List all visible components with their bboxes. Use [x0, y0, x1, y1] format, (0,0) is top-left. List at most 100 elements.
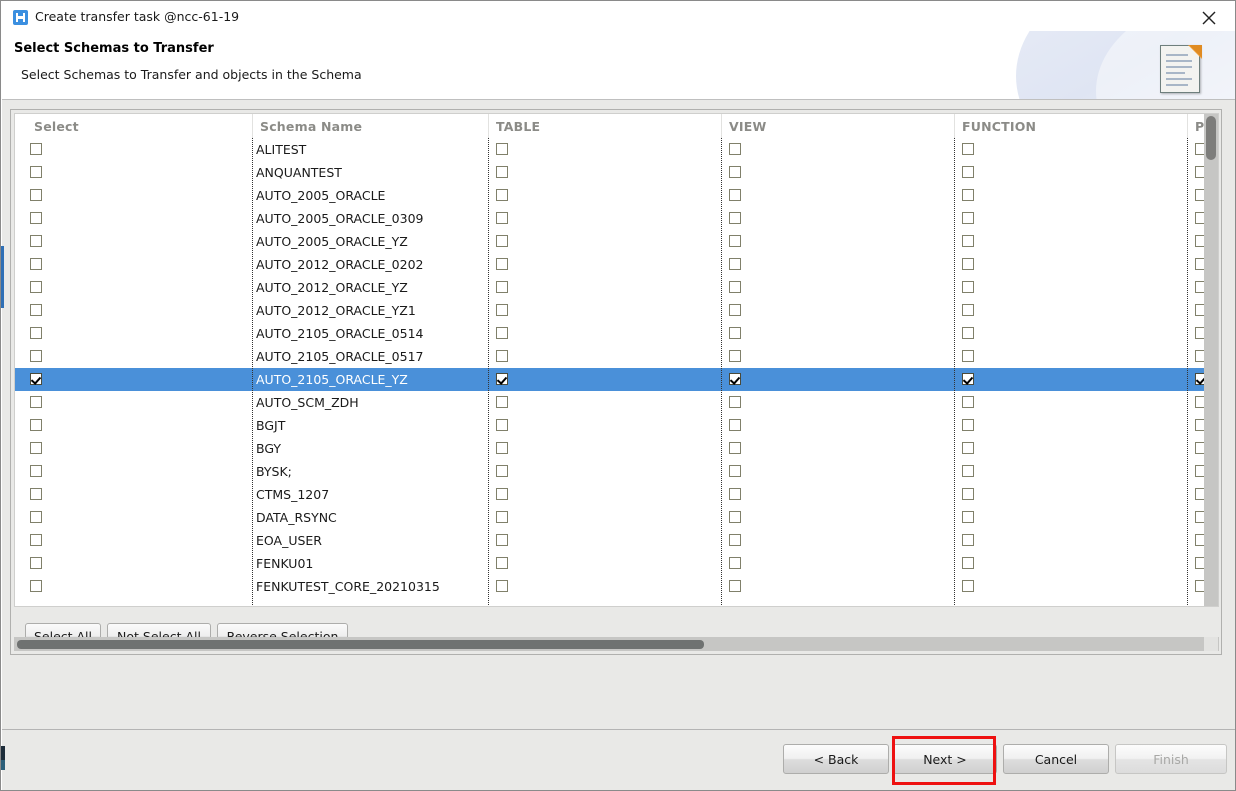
checkbox-function[interactable] — [962, 557, 974, 569]
vertical-scrollbar[interactable] — [1204, 114, 1218, 606]
table-row[interactable]: BYSK; — [15, 460, 1218, 483]
checkbox-view[interactable] — [729, 166, 741, 178]
checkbox-view[interactable] — [729, 373, 741, 385]
vertical-scrollbar-thumb[interactable] — [1206, 116, 1216, 160]
checkbox-select[interactable] — [30, 235, 42, 247]
horizontal-scrollbar[interactable] — [14, 637, 1219, 651]
checkbox-function[interactable] — [962, 327, 974, 339]
checkbox-table[interactable] — [496, 373, 508, 385]
checkbox-select[interactable] — [30, 189, 42, 201]
checkbox-table[interactable] — [496, 511, 508, 523]
table-row[interactable]: DATA_RSYNC — [15, 506, 1218, 529]
table-row[interactable]: AUTO_2005_ORACLE_YZ — [15, 230, 1218, 253]
checkbox-table[interactable] — [496, 488, 508, 500]
checkbox-function[interactable] — [962, 143, 974, 155]
checkbox-table[interactable] — [496, 327, 508, 339]
checkbox-select[interactable] — [30, 258, 42, 270]
checkbox-table[interactable] — [496, 189, 508, 201]
checkbox-table[interactable] — [496, 281, 508, 293]
checkbox-table[interactable] — [496, 396, 508, 408]
table-row[interactable]: AUTO_2105_ORACLE_YZ — [15, 368, 1218, 391]
checkbox-function[interactable] — [962, 258, 974, 270]
checkbox-function[interactable] — [962, 166, 974, 178]
checkbox-select[interactable] — [30, 373, 42, 385]
checkbox-table[interactable] — [496, 580, 508, 592]
checkbox-view[interactable] — [729, 304, 741, 316]
checkbox-table[interactable] — [496, 166, 508, 178]
checkbox-view[interactable] — [729, 419, 741, 431]
checkbox-select[interactable] — [30, 143, 42, 155]
table-row[interactable]: BGY — [15, 437, 1218, 460]
checkbox-function[interactable] — [962, 235, 974, 247]
close-icon[interactable] — [1190, 2, 1230, 31]
checkbox-function[interactable] — [962, 189, 974, 201]
checkbox-view[interactable] — [729, 396, 741, 408]
checkbox-table[interactable] — [496, 419, 508, 431]
table-row[interactable]: AUTO_2005_ORACLE_0309 — [15, 207, 1218, 230]
horizontal-scrollbar-thumb[interactable] — [17, 640, 704, 649]
checkbox-select[interactable] — [30, 419, 42, 431]
checkbox-function[interactable] — [962, 465, 974, 477]
checkbox-select[interactable] — [30, 327, 42, 339]
checkbox-function[interactable] — [962, 511, 974, 523]
checkbox-view[interactable] — [729, 580, 741, 592]
checkbox-table[interactable] — [496, 350, 508, 362]
checkbox-table[interactable] — [496, 304, 508, 316]
checkbox-select[interactable] — [30, 212, 42, 224]
table-row[interactable]: ANQUANTEST — [15, 161, 1218, 184]
checkbox-table[interactable] — [496, 442, 508, 454]
table-row[interactable]: AUTO_2012_ORACLE_YZ — [15, 276, 1218, 299]
checkbox-table[interactable] — [496, 258, 508, 270]
column-header-view[interactable]: VIEW — [729, 119, 766, 134]
checkbox-function[interactable] — [962, 373, 974, 385]
table-row[interactable]: AUTO_2005_ORACLE — [15, 184, 1218, 207]
column-header-select[interactable]: Select — [34, 119, 79, 134]
table-row[interactable]: AUTO_2012_ORACLE_0202 — [15, 253, 1218, 276]
checkbox-table[interactable] — [496, 557, 508, 569]
checkbox-function[interactable] — [962, 488, 974, 500]
checkbox-view[interactable] — [729, 327, 741, 339]
table-row[interactable]: EOA_USER — [15, 529, 1218, 552]
table-row[interactable]: FENKUTEST_CORE_20210315 — [15, 575, 1218, 598]
checkbox-view[interactable] — [729, 189, 741, 201]
checkbox-function[interactable] — [962, 281, 974, 293]
checkbox-select[interactable] — [30, 488, 42, 500]
checkbox-select[interactable] — [30, 511, 42, 523]
table-row[interactable]: BGJT — [15, 414, 1218, 437]
checkbox-function[interactable] — [962, 396, 974, 408]
table-row[interactable]: AUTO_2012_ORACLE_YZ1 — [15, 299, 1218, 322]
column-header-function[interactable]: FUNCTION — [962, 119, 1036, 134]
checkbox-select[interactable] — [30, 557, 42, 569]
checkbox-select[interactable] — [30, 580, 42, 592]
checkbox-view[interactable] — [729, 143, 741, 155]
checkbox-function[interactable] — [962, 212, 974, 224]
checkbox-select[interactable] — [30, 166, 42, 178]
column-header-schema_name[interactable]: Schema Name — [260, 119, 362, 134]
checkbox-table[interactable] — [496, 465, 508, 477]
table-row[interactable]: ALITEST — [15, 138, 1218, 161]
checkbox-select[interactable] — [30, 350, 42, 362]
checkbox-table[interactable] — [496, 143, 508, 155]
checkbox-table[interactable] — [496, 212, 508, 224]
checkbox-view[interactable] — [729, 235, 741, 247]
checkbox-view[interactable] — [729, 258, 741, 270]
back-button[interactable]: < Back — [783, 744, 889, 774]
checkbox-select[interactable] — [30, 281, 42, 293]
checkbox-function[interactable] — [962, 350, 974, 362]
table-row[interactable]: AUTO_2105_ORACLE_0517 — [15, 345, 1218, 368]
checkbox-view[interactable] — [729, 534, 741, 546]
cancel-button[interactable]: Cancel — [1003, 744, 1109, 774]
checkbox-select[interactable] — [30, 442, 42, 454]
table-row[interactable]: AUTO_2105_ORACLE_0514 — [15, 322, 1218, 345]
checkbox-view[interactable] — [729, 350, 741, 362]
checkbox-function[interactable] — [962, 442, 974, 454]
table-row[interactable]: AUTO_SCM_ZDH — [15, 391, 1218, 414]
checkbox-function[interactable] — [962, 419, 974, 431]
checkbox-table[interactable] — [496, 235, 508, 247]
checkbox-function[interactable] — [962, 534, 974, 546]
checkbox-function[interactable] — [962, 304, 974, 316]
checkbox-select[interactable] — [30, 534, 42, 546]
checkbox-view[interactable] — [729, 557, 741, 569]
table-row[interactable]: CTMS_1207 — [15, 483, 1218, 506]
checkbox-view[interactable] — [729, 281, 741, 293]
